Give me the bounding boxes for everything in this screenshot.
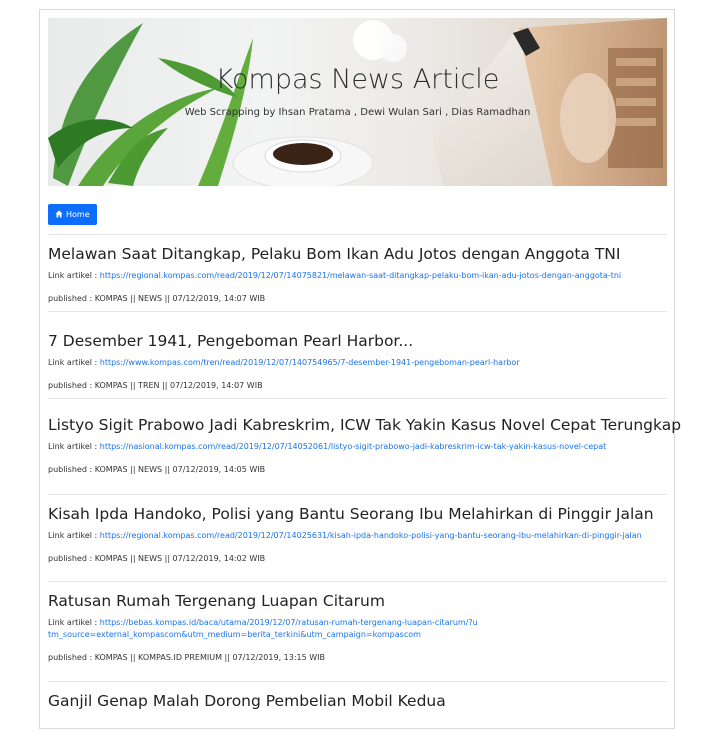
article-title: Listyo Sigit Prabowo Jadi Kabreskrim, IC… [48, 416, 682, 434]
article-title: 7 Desember 1941, Pengeboman Pearl Harbor… [48, 332, 414, 350]
home-icon [55, 210, 63, 220]
article-item: Kisah Ipda Handoko, Polisi yang Bantu Se… [48, 494, 667, 581]
link-label: Link artikel : [48, 358, 100, 367]
published-label: published : [48, 465, 95, 474]
home-button[interactable]: Home [48, 204, 97, 225]
article-link[interactable]: https://regional.kompas.com/read/2019/12… [100, 531, 642, 540]
page-container: Kompas News Article Web Scrapping by Ihs… [39, 9, 681, 729]
article-link[interactable]: https://www.kompas.com/tren/read/2019/12… [100, 358, 520, 367]
link-label: Link artikel : [48, 271, 100, 280]
article-list: Melawan Saat Ditangkap, Pelaku Bom Ikan … [48, 234, 682, 741]
header-banner: Kompas News Article Web Scrapping by Ihs… [48, 18, 667, 186]
published-label: published : [48, 653, 95, 662]
published-label: published : [48, 381, 95, 390]
published-info: KOMPAS || NEWS || 07/12/2019, 14:02 WIB [94, 554, 266, 563]
banner-background-image [48, 18, 667, 186]
published-info: KOMPAS || TREN || 07/12/2019, 14:07 WIB [94, 381, 263, 390]
page-subtitle: Web Scrapping by Ihsan Pratama , Dewi Wu… [184, 107, 531, 118]
article-item: Listyo Sigit Prabowo Jadi Kabreskrim, IC… [48, 398, 682, 494]
article-link-row: Link artikel : https://bebas.kompas.id/b… [48, 617, 478, 641]
article-title: Kisah Ipda Handoko, Polisi yang Bantu Se… [48, 505, 654, 523]
page-title: Kompas News Article [215, 64, 500, 95]
link-label: Link artikel : [48, 531, 100, 540]
published-label: published : [48, 554, 95, 563]
article-item: Melawan Saat Ditangkap, Pelaku Bom Ikan … [48, 234, 667, 311]
article-meta: published : KOMPAS || TREN || 07/12/2019… [48, 380, 667, 392]
article-item: Ganjil Genap Malah Dorong Pembelian Mobi… [48, 681, 667, 741]
article-item: 7 Desember 1941, Pengeboman Pearl Harbor… [48, 311, 667, 398]
article-link-row: Link artikel : https://regional.kompas.c… [48, 530, 667, 542]
article-item: Ratusan Rumah Tergenang Luapan Citarum L… [48, 581, 667, 681]
published-label: published : [48, 294, 95, 303]
article-meta: published : KOMPAS || NEWS || 07/12/2019… [48, 464, 667, 476]
link-label: Link artikel : [48, 618, 100, 627]
article-link-row: Link artikel : https://nasional.kompas.c… [48, 441, 667, 453]
article-link[interactable]: https://bebas.kompas.id/baca/utama/2019/… [48, 618, 478, 639]
article-title: Ganjil Genap Malah Dorong Pembelian Mobi… [48, 692, 446, 710]
published-info: KOMPAS || NEWS || 07/12/2019, 14:07 WIB [94, 294, 266, 303]
article-title: Melawan Saat Ditangkap, Pelaku Bom Ikan … [48, 245, 621, 263]
link-label: Link artikel : [48, 442, 100, 451]
home-button-label: Home [66, 210, 90, 219]
article-meta: published : KOMPAS || NEWS || 07/12/2019… [48, 293, 667, 305]
published-info: KOMPAS || NEWS || 07/12/2019, 14:05 WIB [94, 465, 266, 474]
published-info: KOMPAS || KOMPAS.ID PREMIUM || 07/12/201… [94, 653, 326, 662]
article-link[interactable]: https://nasional.kompas.com/read/2019/12… [100, 442, 607, 451]
article-link-row: Link artikel : https://www.kompas.com/tr… [48, 357, 667, 369]
article-link-row: Link artikel : https://regional.kompas.c… [48, 270, 667, 282]
article-meta: published : KOMPAS || KOMPAS.ID PREMIUM … [48, 652, 667, 664]
article-meta: published : KOMPAS || NEWS || 07/12/2019… [48, 553, 667, 565]
article-link[interactable]: https://regional.kompas.com/read/2019/12… [100, 271, 621, 280]
article-title: Ratusan Rumah Tergenang Luapan Citarum [48, 592, 385, 610]
